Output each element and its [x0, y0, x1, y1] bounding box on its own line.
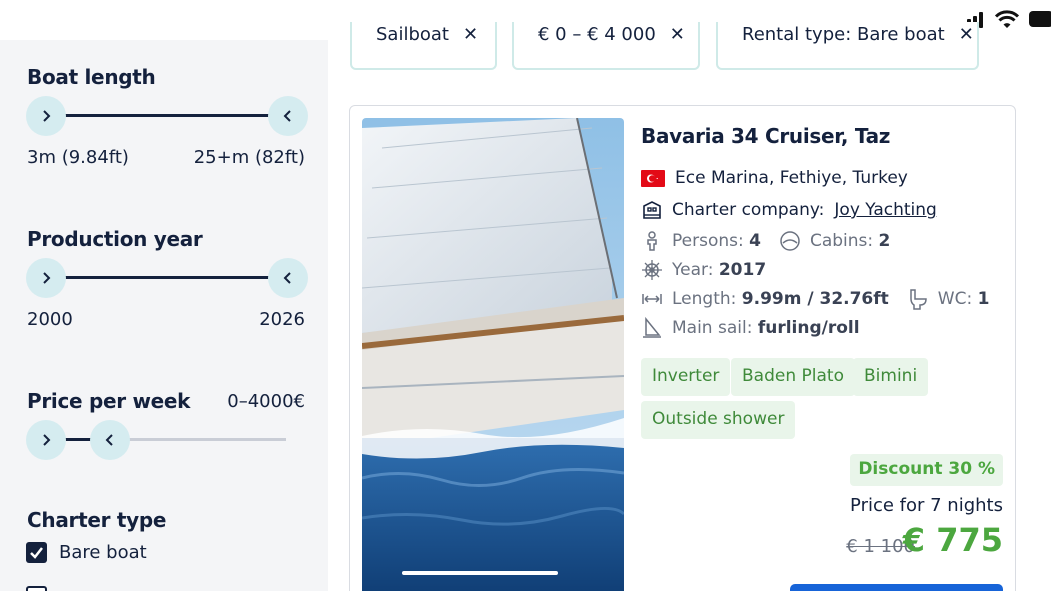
filter-chip-rental-type[interactable]: Rental type: Bare boat ✕	[716, 22, 979, 70]
chevron-right-icon	[43, 272, 51, 284]
filter-chip-price[interactable]: € 0 – € 4 000 ✕	[512, 22, 700, 70]
cabins-value: 2	[878, 231, 891, 251]
checkbox-checked-icon	[30, 547, 43, 559]
persons-label: Persons:	[672, 231, 744, 251]
year-row: Year: 2017	[641, 259, 766, 281]
filter-chip-label: € 0 – € 4 000	[538, 24, 656, 45]
length-label: Length:	[672, 289, 737, 309]
chevron-left-icon	[105, 434, 113, 446]
new-price: € 775	[902, 521, 1003, 559]
mainsail-row: Main sail: furling/roll	[641, 316, 860, 339]
length-wc-row: Length: 9.99m / 32.76ft WC: 1	[641, 288, 989, 310]
year-label: Year:	[672, 260, 714, 280]
equipment-tag: Bimini	[853, 358, 929, 396]
production-year-title: Production year	[27, 227, 203, 251]
boat-length-max-handle[interactable]	[268, 96, 308, 136]
price-per-week-value: 0–4000€	[227, 391, 305, 412]
wc-label: WC:	[937, 289, 973, 309]
price-label: Price for 7 nights	[850, 495, 1003, 516]
production-year-max-handle[interactable]	[268, 258, 308, 298]
persons-value: 4	[749, 231, 761, 251]
building-icon	[641, 199, 663, 221]
charter-company-row: Charter company: Joy Yachting	[641, 199, 937, 221]
toilet-icon	[907, 288, 929, 310]
charter-company-link[interactable]: Joy Yachting	[834, 200, 936, 220]
wc-value: 1	[977, 289, 990, 309]
boat-length-min-label: 3m (9.84ft)	[27, 147, 129, 168]
location-row: Ece Marina, Fethiye, Turkey	[641, 168, 908, 188]
chevron-right-icon	[43, 434, 51, 446]
bare-boat-label: Bare boat	[59, 542, 147, 563]
bare-boat-checkbox[interactable]	[26, 542, 47, 563]
boat-listing-card[interactable]: Bavaria 34 Cruiser, Taz Ece Marina, Feth…	[349, 105, 1016, 591]
close-icon[interactable]: ✕	[463, 24, 478, 45]
chevron-right-icon	[43, 110, 51, 122]
battery-icon	[1029, 11, 1051, 27]
boat-length-min-handle[interactable]	[26, 96, 66, 136]
close-icon[interactable]: ✕	[670, 24, 685, 45]
mainsail-value: furling/roll	[757, 318, 860, 338]
cabins-label: Cabins:	[809, 231, 874, 251]
charter-type-title: Charter type	[27, 508, 167, 532]
equipment-tag: Baden Plato	[731, 358, 855, 396]
year-value: 2017	[718, 260, 767, 280]
length-value: 9.99m / 32.76ft	[741, 289, 889, 309]
close-icon[interactable]: ✕	[959, 24, 974, 45]
chevron-left-icon	[283, 110, 291, 122]
bed-icon	[779, 230, 801, 252]
boat-length-title: Boat length	[27, 65, 156, 89]
filter-chip-sailboat[interactable]: Sailboat ✕	[350, 22, 497, 70]
listing-title[interactable]: Bavaria 34 Cruiser, Taz	[641, 124, 890, 148]
view-boat-button[interactable]	[790, 584, 1003, 591]
price-min-handle[interactable]	[26, 420, 66, 460]
boat-length-max-label: 25+m (82ft)	[193, 147, 305, 168]
discount-badge: Discount 30 %	[850, 454, 1003, 486]
boat-length-track	[46, 114, 286, 117]
equipment-tag: Outside shower	[641, 401, 796, 439]
price-per-week-title: Price per week	[27, 389, 191, 413]
length-icon	[641, 288, 663, 310]
production-year-max-label: 2026	[259, 309, 305, 330]
sail-icon	[641, 316, 663, 339]
price-max-handle[interactable]	[90, 420, 130, 460]
chevron-left-icon	[283, 272, 291, 284]
person-icon	[641, 230, 663, 252]
location-text: Ece Marina, Fethiye, Turkey	[675, 168, 908, 188]
production-year-min-label: 2000	[27, 309, 73, 330]
production-year-min-handle[interactable]	[26, 258, 66, 298]
charter-option-checkbox[interactable]	[26, 586, 47, 591]
persons-cabins-row: Persons: 4 Cabins: 2	[641, 230, 890, 252]
equipment-tag: Inverter	[641, 358, 731, 396]
filter-chip-label: Sailboat	[376, 24, 449, 45]
helm-icon	[641, 259, 663, 281]
wifi-icon	[995, 10, 1019, 28]
filter-sidebar: Boat length 3m (9.84ft) 25+m (82ft) Prod…	[0, 40, 328, 591]
charter-company-label: Charter company:	[672, 200, 825, 220]
mainsail-label: Main sail:	[672, 318, 753, 338]
boat-photo[interactable]	[362, 118, 624, 591]
production-year-track	[46, 276, 286, 279]
turkey-flag-icon	[641, 169, 665, 187]
filter-chip-label: Rental type: Bare boat	[742, 24, 945, 45]
